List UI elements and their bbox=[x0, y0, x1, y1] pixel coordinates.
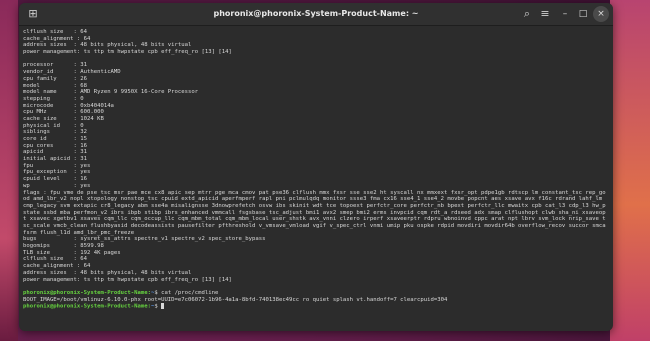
cpuinfo-line: cpu MHz : 600.000 bbox=[23, 109, 104, 116]
cpuinfo-line: cpu family : 26 bbox=[23, 75, 87, 82]
cpuinfo-line: siblings : 32 bbox=[23, 129, 87, 136]
cpuinfo-line: microcode : 0xb404014a bbox=[23, 102, 114, 109]
cpuinfo-line: fpu : yes bbox=[23, 162, 91, 169]
cpuinfo-line: cache_alignment : 64 bbox=[23, 263, 91, 270]
cpuinfo-line: vendor_id : AuthenticAMD bbox=[23, 69, 121, 76]
text-cursor bbox=[161, 303, 165, 310]
cpuinfo-line: apicid : 31 bbox=[23, 149, 87, 156]
maximize-icon[interactable]: □ bbox=[575, 6, 591, 22]
cpuinfo-line: cache size : 1024 KB bbox=[23, 115, 104, 122]
close-icon[interactable]: × bbox=[593, 6, 609, 22]
cpuinfo-line: fpu_exception : yes bbox=[23, 169, 91, 176]
cpuinfo-line: address sizes : 48 bits physical, 48 bit… bbox=[23, 269, 192, 276]
minimize-icon[interactable]: – bbox=[557, 6, 573, 22]
cpuinfo-line: address sizes : 48 bits physical, 48 bit… bbox=[23, 42, 192, 49]
cpuinfo-line: physical id : 0 bbox=[23, 122, 84, 129]
cpuinfo-line bbox=[23, 283, 613, 290]
prompt-line-2[interactable]: phoronix@phoronix-System-Product-Name:~$ bbox=[23, 303, 613, 310]
desktop-wallpaper-left bbox=[0, 0, 18, 341]
prompt-user-host: phoronix@phoronix-System-Product-Name: bbox=[23, 303, 151, 310]
cpuinfo-line: cpuid level : 16 bbox=[23, 176, 87, 183]
terminal-window[interactable]: ⊞ phoronix@phoronix-System-Product-Name:… bbox=[19, 3, 613, 331]
cpuinfo-line: wp : yes bbox=[23, 182, 91, 189]
cpuinfo-line: TLB size : 192 4K pages bbox=[23, 249, 121, 256]
cpuinfo-line: initial apicid : 31 bbox=[23, 156, 87, 163]
cpuinfo-line: bogomips : 8599.98 bbox=[23, 243, 104, 250]
cpuinfo-line: power management: ts ttp tm hwpstate cpb… bbox=[23, 276, 232, 283]
cpuinfo-line bbox=[23, 56, 613, 63]
prompt-user-host: phoronix@phoronix-System-Product-Name: bbox=[23, 289, 151, 296]
desktop-wallpaper-right bbox=[610, 0, 650, 341]
cpuinfo-line: power management: ts ttp tm hwpstate cpb… bbox=[23, 49, 232, 56]
cpuinfo-line: processor : 31 bbox=[23, 62, 87, 69]
hamburger-menu-icon[interactable]: ≡ bbox=[537, 6, 553, 22]
cpuinfo-line: clflush size : 64 bbox=[23, 256, 87, 263]
prompt-command: $ cat /proc/cmdline bbox=[154, 289, 219, 296]
cmdline-output: BOOT_IMAGE=/boot/vmlinuz-6.10.0-phx root… bbox=[23, 296, 448, 303]
terminal-output[interactable]: clflush size : 64 cache_alignment : 64 add… bbox=[19, 26, 613, 310]
prompt-command: $ bbox=[154, 303, 162, 310]
cpuinfo-line: model : 68 bbox=[23, 82, 87, 89]
cpuinfo-line: bugs : sysret_ss_attrs spectre_v1 spectr… bbox=[23, 236, 266, 243]
title-bar[interactable]: ⊞ phoronix@phoronix-System-Product-Name:… bbox=[19, 3, 613, 26]
search-icon[interactable]: ⌕ bbox=[519, 6, 535, 22]
prompt-line-1: phoronix@phoronix-System-Product-Name:~$… bbox=[23, 290, 613, 297]
cpu-flags-line: flags : fpu vme de pse tsc msr pae mce c… bbox=[23, 189, 606, 236]
cpuinfo-line: clflush size : 64 bbox=[23, 29, 87, 35]
cpuinfo-line: cpu cores : 16 bbox=[23, 142, 87, 149]
cpuinfo-line: stepping : 0 bbox=[23, 95, 84, 102]
cpuinfo-line: core id : 15 bbox=[23, 136, 87, 142]
cpuinfo-line: cache_alignment : 64 bbox=[23, 35, 91, 42]
cpuinfo-line: model name : AMD Ryzen 9 9950X 16-Core P… bbox=[23, 89, 199, 96]
